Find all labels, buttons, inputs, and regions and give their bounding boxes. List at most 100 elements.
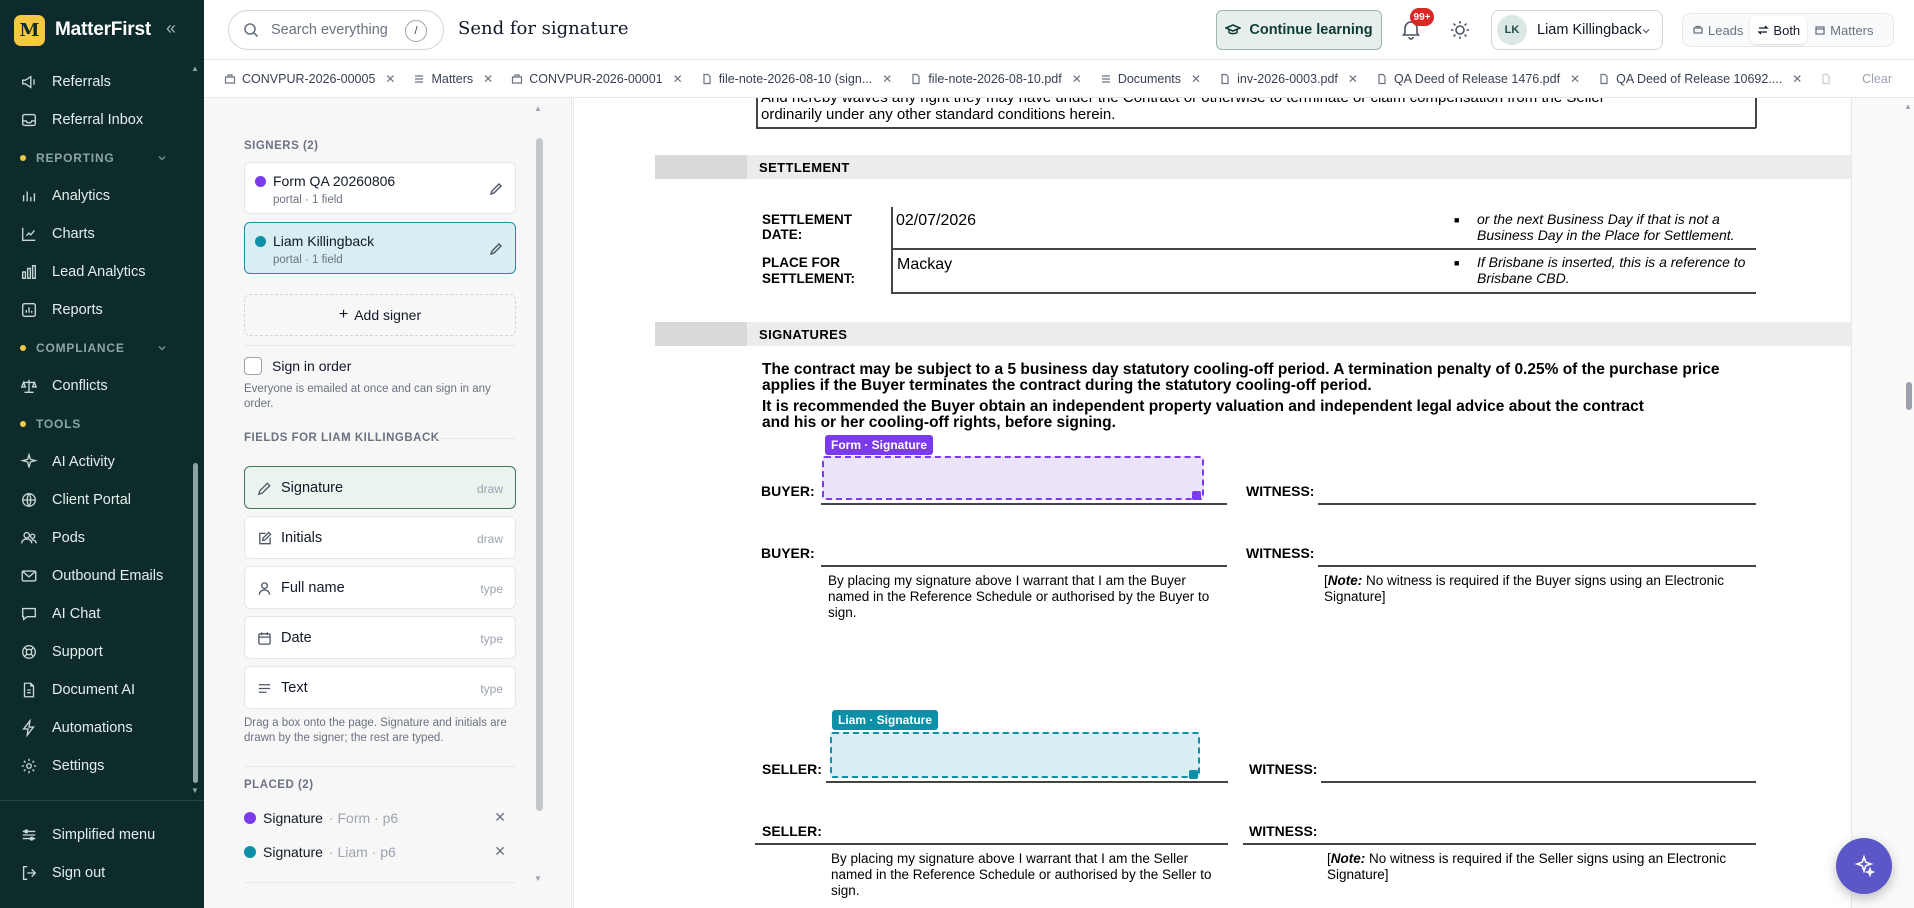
segment-leads[interactable]: Leads	[1685, 16, 1750, 44]
close-icon[interactable]: ✕	[1191, 72, 1201, 86]
close-icon[interactable]: ✕	[494, 809, 506, 826]
sidebar-item-document-ai[interactable]: Document AI	[0, 671, 190, 709]
sidebar-item-ai-activity[interactable]: AI Activity	[0, 443, 190, 481]
file-icon	[703, 73, 711, 85]
section-title: REPORTING	[36, 151, 115, 165]
close-icon[interactable]: ✕	[1792, 72, 1802, 86]
sparkle-icon	[1854, 854, 1876, 878]
sidebar-item-outbound-emails[interactable]: Outbound Emails	[0, 557, 190, 595]
field-full-name[interactable]: Full name type	[244, 566, 516, 609]
placed-signature-box-form[interactable]	[822, 456, 1204, 500]
signature-line	[1318, 565, 1756, 567]
field-name: Date	[281, 630, 312, 646]
resize-handle[interactable]	[1192, 491, 1201, 500]
placed-item[interactable]: Signature · Form · p6 ✕	[244, 806, 516, 830]
tab-convpur-00005[interactable]: CONVPUR-2026-00005 ✕	[224, 61, 407, 97]
section-reporting[interactable]: REPORTING	[0, 139, 190, 177]
tab-deed-10692[interactable]: QA Deed of Release 10692.... ✕	[1598, 61, 1814, 97]
sidebar-scrollbar[interactable]	[193, 463, 198, 783]
tab-convpur-00001[interactable]: CONVPUR-2026-00001 ✕	[511, 61, 694, 97]
close-icon[interactable]: ✕	[385, 72, 395, 86]
sidebar-item-simplified-menu[interactable]: Simplified menu	[0, 816, 204, 854]
sidebar-item-ai-chat[interactable]: AI Chat	[0, 595, 190, 633]
users-icon	[21, 531, 37, 544]
doc-text: By placing my signature above I warrant …	[831, 851, 1189, 866]
seller-label: SELLER:	[762, 761, 822, 777]
placed-item[interactable]: Signature · Liam · p6 ✕	[244, 840, 516, 864]
close-icon[interactable]: ✕	[673, 72, 683, 86]
user-menu[interactable]: LK Liam Killingback	[1491, 10, 1663, 50]
viewer-scrollbar[interactable]	[1906, 382, 1912, 410]
doc-text: ordinarily under any other standard cond…	[761, 106, 1116, 123]
tab-invoice[interactable]: inv-2026-0003.pdf ✕	[1219, 61, 1370, 97]
tab-documents[interactable]: Documents ✕	[1100, 61, 1213, 97]
sidebar-item-analytics[interactable]: Analytics	[0, 177, 190, 215]
sidebar-scroll-up-icon[interactable]: ▲	[191, 64, 199, 73]
sidebar-item-client-portal[interactable]: Client Portal	[0, 481, 190, 519]
sidebar-item-lead-analytics[interactable]: Lead Analytics	[0, 253, 190, 291]
segment-matters[interactable]: Matters	[1807, 16, 1880, 44]
panel-scroll-up-icon[interactable]: ▲	[534, 104, 542, 113]
tab-overflow[interactable]	[1820, 61, 1850, 97]
sidebar-item-reports[interactable]: Reports	[0, 291, 190, 329]
close-icon[interactable]: ✕	[1570, 72, 1580, 86]
tab-matters[interactable]: Matters ✕	[413, 61, 505, 97]
close-icon[interactable]: ✕	[1072, 72, 1082, 86]
close-icon[interactable]: ✕	[483, 72, 493, 86]
sidebar-item-sign-out[interactable]: Sign out	[0, 854, 204, 892]
signature-tag-form[interactable]: Form · Signature	[825, 435, 934, 455]
collapse-sidebar-icon[interactable]: «	[166, 18, 176, 39]
field-date[interactable]: Date type	[244, 616, 516, 659]
segment-both[interactable]: Both	[1750, 16, 1808, 44]
file-icon	[912, 73, 920, 85]
clear-tabs-button[interactable]: Clear	[1862, 72, 1892, 86]
pencil-icon[interactable]	[489, 182, 503, 196]
sidebar-item-referral-inbox[interactable]: Referral Inbox	[0, 101, 190, 139]
tab-deed-1476[interactable]: QA Deed of Release 1476.pdf ✕	[1376, 61, 1592, 97]
pencil-icon[interactable]	[489, 242, 503, 256]
close-icon[interactable]: ✕	[494, 843, 506, 860]
sidebar-item-settings[interactable]: Settings	[0, 747, 190, 785]
field-signature[interactable]: Signature draw	[244, 466, 516, 509]
continue-learning-button[interactable]: Continue learning	[1216, 10, 1382, 50]
resize-handle[interactable]	[1189, 770, 1198, 779]
panel-scrollbar[interactable]	[536, 138, 543, 811]
sidebar-item-label: Conflicts	[52, 378, 108, 394]
field-text[interactable]: Text type	[244, 666, 516, 709]
sidebar-item-automations[interactable]: Automations	[0, 709, 190, 747]
document-viewer[interactable]: And hereby waives any right they may hav…	[573, 98, 1914, 908]
signer-card-liam[interactable]: Liam Killingback portal · 1 field	[244, 222, 516, 274]
close-icon[interactable]: ✕	[1348, 72, 1358, 86]
avatar: LK	[1497, 15, 1527, 45]
doc-paragraph: and his or her cooling-off rights, befor…	[762, 414, 1116, 431]
sidebar-item-conflicts[interactable]: Conflicts	[0, 367, 190, 405]
placed-signature-box-liam[interactable]	[830, 732, 1200, 778]
sun-icon[interactable]	[1449, 19, 1471, 41]
add-signer-button[interactable]: + Add signer	[244, 294, 516, 336]
sidebar-scroll-down-icon[interactable]: ▼	[191, 786, 199, 795]
sidebar-item-referrals[interactable]: Referrals	[0, 63, 190, 101]
sidebar-item-charts[interactable]: Charts	[0, 215, 190, 253]
signers-heading: SIGNERS (2)	[244, 140, 319, 152]
signer-card-form[interactable]: Form QA 20260806 portal · 1 field	[244, 162, 516, 214]
section-compliance[interactable]: COMPLIANCE	[0, 329, 190, 367]
signature-tag-liam[interactable]: Liam · Signature	[832, 710, 939, 730]
sidebar-item-support[interactable]: Support	[0, 633, 190, 671]
search-input[interactable]: Search everything /	[228, 10, 444, 50]
tab-file-note-pdf[interactable]: file-note-2026-08-10.pdf ✕	[910, 61, 1094, 97]
section-stub	[655, 322, 747, 346]
section-tools[interactable]: TOOLS	[0, 405, 190, 443]
field-initials[interactable]: Initials draw	[244, 516, 516, 559]
ai-assistant-button[interactable]	[1836, 838, 1892, 894]
seller-label: SELLER:	[762, 823, 822, 839]
scale-icon	[20, 379, 38, 393]
page-edge	[573, 98, 574, 908]
sign-in-order-checkbox[interactable]	[244, 357, 262, 375]
close-icon[interactable]: ✕	[882, 72, 892, 86]
bullet-icon: ■	[1454, 215, 1460, 225]
viewer-scroll-up-icon[interactable]: ▲	[1904, 102, 1912, 111]
sidebar-item-pods[interactable]: Pods	[0, 519, 190, 557]
sidebar-item-label: Reports	[52, 302, 103, 318]
panel-scroll-down-icon[interactable]: ▼	[534, 874, 542, 883]
tab-file-note-signed[interactable]: file-note-2026-08-10 (sign... ✕	[701, 61, 905, 97]
